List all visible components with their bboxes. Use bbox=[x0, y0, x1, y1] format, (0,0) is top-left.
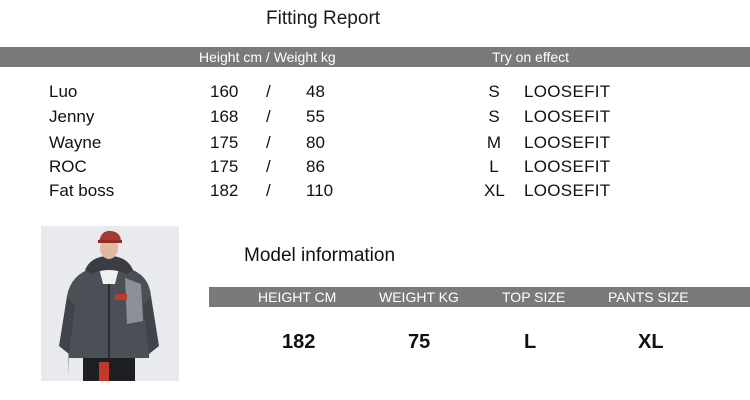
tester-name: Fat boss bbox=[49, 181, 115, 200]
separator: / bbox=[266, 157, 271, 176]
tester-size: S bbox=[488, 82, 500, 101]
separator: / bbox=[266, 181, 271, 200]
fitting-report-header-bar bbox=[0, 47, 750, 67]
tester-weight: 80 bbox=[306, 133, 325, 152]
tester-name: Jenny bbox=[49, 107, 95, 126]
tester-fit: LOOSEFIT bbox=[524, 82, 611, 101]
tester-name: Wayne bbox=[49, 133, 102, 152]
model-weight-value: 75 bbox=[408, 331, 431, 353]
tester-fit: LOOSEFIT bbox=[524, 133, 611, 152]
model-height-value: 182 bbox=[282, 331, 316, 353]
pants-size-header: PANTS SIZE bbox=[608, 289, 689, 305]
try-on-effect-header: Try on effect bbox=[492, 49, 570, 65]
tester-size: L bbox=[489, 157, 499, 176]
tester-height: 168 bbox=[210, 107, 239, 126]
fitting-row: Wayne 175 / 80 M LOOSEFIT bbox=[0, 133, 750, 157]
separator: / bbox=[266, 82, 271, 101]
separator: / bbox=[266, 133, 271, 152]
fitting-report-title: Fitting Report bbox=[266, 8, 381, 29]
tester-weight: 55 bbox=[306, 107, 325, 126]
height-weight-header: Height cm / Weight kg bbox=[199, 49, 336, 65]
fitting-row: ROC 175 / 86 L LOOSEFIT bbox=[0, 157, 750, 181]
weight-kg-header: WEIGHT KG bbox=[379, 289, 459, 305]
fitting-row: Fat boss 182 / 110 XL LOOSEFIT bbox=[0, 181, 750, 205]
height-cm-header: HEIGHT CM bbox=[258, 289, 337, 305]
tester-height: 175 bbox=[210, 157, 239, 176]
tester-weight: 86 bbox=[306, 157, 325, 176]
tester-size: M bbox=[486, 133, 502, 152]
separator: / bbox=[266, 107, 271, 126]
tester-size: XL bbox=[484, 181, 505, 200]
tester-name: Luo bbox=[49, 82, 78, 101]
tester-weight: 110 bbox=[306, 181, 334, 200]
fitting-row: Luo 160 / 48 S LOOSEFIT bbox=[0, 82, 750, 106]
model-pants-size-value: XL bbox=[638, 331, 664, 353]
tester-name: ROC bbox=[49, 157, 87, 176]
fitting-row: Jenny 168 / 55 S LOOSEFIT bbox=[0, 107, 750, 131]
tester-fit: LOOSEFIT bbox=[524, 157, 611, 176]
tester-size: S bbox=[488, 107, 500, 126]
tester-weight: 48 bbox=[306, 82, 325, 101]
model-top-size-value: L bbox=[524, 331, 537, 353]
model-photo bbox=[41, 226, 179, 381]
top-size-header: TOP SIZE bbox=[502, 289, 566, 305]
tester-fit: LOOSEFIT bbox=[524, 181, 611, 200]
tester-height: 160 bbox=[210, 82, 239, 101]
model-information-title: Model information bbox=[244, 245, 396, 266]
tester-height: 175 bbox=[210, 133, 239, 152]
tester-fit: LOOSEFIT bbox=[524, 107, 611, 126]
tester-height: 182 bbox=[210, 181, 239, 200]
